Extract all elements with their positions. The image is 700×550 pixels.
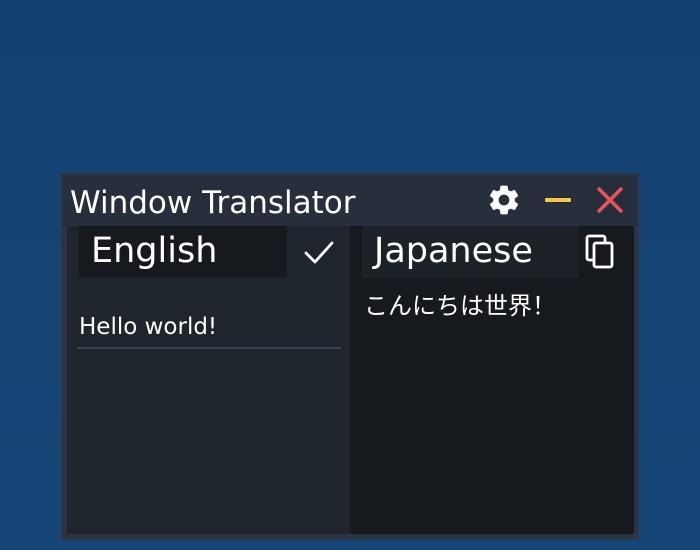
gear-icon[interactable] bbox=[486, 182, 522, 218]
translator-window: Window Translator English Hello world! J… bbox=[61, 173, 639, 540]
copy-icon[interactable] bbox=[580, 232, 620, 272]
check-icon[interactable] bbox=[299, 232, 339, 272]
source-text-input[interactable] bbox=[77, 307, 341, 349]
window-title: Window Translator bbox=[70, 185, 356, 221]
target-pane: Japanese こんにちは世界！ bbox=[350, 226, 634, 534]
desktop-background: Window Translator English Hello world! J… bbox=[0, 0, 700, 550]
source-pane: English bbox=[67, 226, 350, 534]
target-language-selector[interactable]: Japanese bbox=[362, 226, 578, 278]
source-language-selector[interactable]: English bbox=[79, 226, 287, 278]
title-bar[interactable]: Window Translator bbox=[62, 174, 638, 226]
close-icon[interactable] bbox=[592, 182, 628, 218]
target-language-label: Japanese bbox=[374, 231, 533, 271]
minimize-icon[interactable] bbox=[540, 182, 576, 218]
source-language-label: English bbox=[91, 231, 218, 271]
translated-text: こんにちは世界！ bbox=[364, 292, 556, 320]
